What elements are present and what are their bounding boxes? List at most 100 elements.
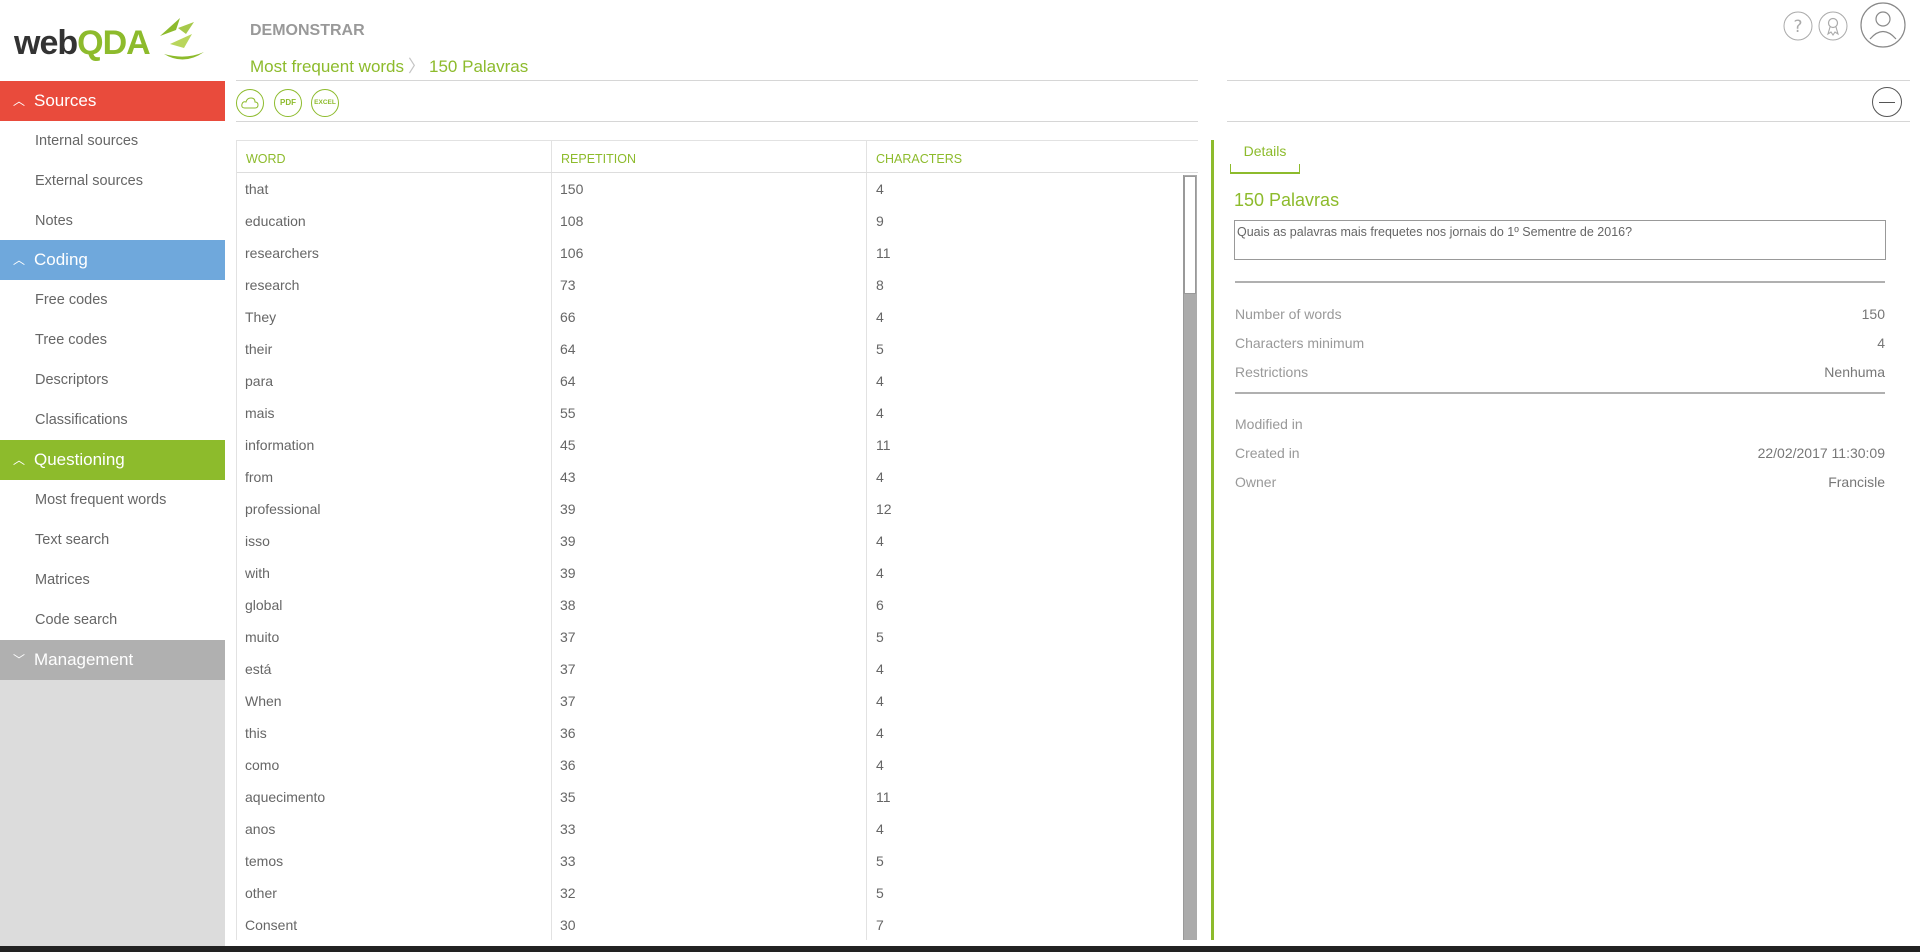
cloud-export-button[interactable] bbox=[236, 89, 264, 117]
table-row[interactable]: global 38 6 bbox=[237, 589, 1182, 621]
sidebar-item-external-sources[interactable]: External sources bbox=[0, 161, 225, 201]
table-row[interactable]: education 108 9 bbox=[237, 205, 1182, 237]
cell-repetition: 150 bbox=[560, 181, 584, 197]
cell-repetition: 106 bbox=[560, 245, 584, 261]
cell-characters: 12 bbox=[876, 501, 892, 517]
section-sources[interactable]: ︿ Sources bbox=[0, 81, 225, 121]
sidebar-item-tree-codes[interactable]: Tree codes bbox=[0, 320, 225, 360]
badge-icon[interactable] bbox=[1818, 11, 1848, 41]
detail-label: Owner bbox=[1235, 474, 1277, 490]
cell-characters: 4 bbox=[876, 565, 884, 581]
table-row[interactable]: researchers 106 11 bbox=[237, 237, 1182, 269]
table-row[interactable]: information 45 11 bbox=[237, 429, 1182, 461]
detail-value: Francisle bbox=[1828, 474, 1885, 490]
user-avatar-icon[interactable] bbox=[1860, 2, 1906, 48]
details-panel-accent bbox=[1211, 140, 1214, 940]
table-row[interactable]: other 32 5 bbox=[237, 877, 1182, 909]
sidebar-item-most-frequent-words[interactable]: Most frequent words bbox=[0, 480, 225, 520]
table-row[interactable]: They 66 4 bbox=[237, 301, 1182, 333]
cell-word: como bbox=[245, 757, 280, 773]
column-header-characters[interactable]: CHARACTERS bbox=[867, 141, 962, 173]
cell-word: professional bbox=[245, 501, 321, 517]
words-table: WORD REPETITION CHARACTERS that 150 4 educa… bbox=[236, 140, 1198, 940]
breadcrumb-section[interactable]: Most frequent words bbox=[250, 57, 404, 76]
chevron-up-icon: ︿ bbox=[13, 253, 26, 267]
table-row[interactable]: temos 33 5 bbox=[237, 845, 1182, 877]
column-header-word[interactable]: WORD bbox=[237, 141, 286, 173]
table-scrollbar-thumb[interactable] bbox=[1184, 176, 1196, 294]
header-divider bbox=[236, 80, 1198, 81]
cell-word: Consent bbox=[245, 917, 298, 933]
table-row[interactable]: their 64 5 bbox=[237, 333, 1182, 365]
cell-word: other bbox=[245, 885, 277, 901]
sidebar-item-free-codes[interactable]: Free codes bbox=[0, 280, 225, 320]
help-icon[interactable]: ? bbox=[1783, 11, 1813, 41]
tab-details[interactable]: Details bbox=[1230, 138, 1300, 174]
cell-characters: 11 bbox=[876, 437, 891, 453]
cell-word: research bbox=[245, 277, 300, 293]
cell-characters: 4 bbox=[876, 757, 884, 773]
table-row[interactable]: with 39 4 bbox=[237, 557, 1182, 589]
section-questioning[interactable]: ︿ Questioning bbox=[0, 440, 225, 480]
section-management[interactable]: ﹀ Management bbox=[0, 640, 225, 680]
cell-repetition: 55 bbox=[560, 405, 576, 421]
table-row[interactable]: como 36 4 bbox=[237, 749, 1182, 781]
collapse-panel-button[interactable] bbox=[1872, 87, 1902, 117]
chevron-down-icon: ﹀ bbox=[13, 653, 26, 667]
cell-repetition: 108 bbox=[560, 213, 584, 229]
table-row[interactable]: When 37 4 bbox=[237, 685, 1182, 717]
cell-repetition: 36 bbox=[560, 757, 576, 773]
table-row[interactable]: Consent 30 7 bbox=[237, 909, 1182, 940]
sidebar-item-code-search[interactable]: Code search bbox=[0, 600, 225, 640]
table-row[interactable]: professional 39 12 bbox=[237, 493, 1182, 525]
cell-characters: 4 bbox=[876, 725, 884, 741]
section-management-label: Management bbox=[34, 650, 134, 669]
cell-characters: 5 bbox=[876, 885, 884, 901]
cell-repetition: 32 bbox=[560, 885, 576, 901]
cell-word: muito bbox=[245, 629, 280, 645]
sidebar-item-notes[interactable]: Notes bbox=[0, 201, 225, 240]
sidebar-item-descriptors[interactable]: Descriptors bbox=[0, 360, 225, 400]
cell-characters: 5 bbox=[876, 853, 884, 869]
question-textarea[interactable]: Quais as palavras mais frequetes nos jor… bbox=[1234, 220, 1886, 260]
sidebar-item-matrices[interactable]: Matrices bbox=[0, 560, 225, 600]
table-row[interactable]: isso 39 4 bbox=[237, 525, 1182, 557]
sidebar-item-internal-sources[interactable]: Internal sources bbox=[0, 121, 225, 161]
table-row[interactable]: this 36 4 bbox=[237, 717, 1182, 749]
breadcrumb: Most frequent words 〉 150 Palavras bbox=[250, 52, 528, 77]
cell-repetition: 73 bbox=[560, 277, 576, 293]
table-row[interactable]: está 37 4 bbox=[237, 653, 1182, 685]
cell-repetition: 37 bbox=[560, 661, 576, 677]
cell-word: isso bbox=[245, 533, 270, 549]
table-row[interactable]: that 150 4 bbox=[237, 173, 1182, 205]
table-row[interactable]: mais 55 4 bbox=[237, 397, 1182, 429]
cell-word: anos bbox=[245, 821, 276, 837]
pdf-export-button[interactable]: PDF bbox=[274, 89, 302, 117]
detail-label: Number of words bbox=[1235, 306, 1342, 322]
table-row[interactable]: aquecimento 35 11 bbox=[237, 781, 1182, 813]
details-divider bbox=[1235, 281, 1885, 283]
section-coding[interactable]: ︿ Coding bbox=[0, 240, 225, 280]
table-row[interactable]: from 43 4 bbox=[237, 461, 1182, 493]
excel-export-button[interactable]: EXCEL bbox=[311, 89, 339, 117]
cell-characters: 4 bbox=[876, 181, 884, 197]
column-header-repetition[interactable]: REPETITION bbox=[552, 141, 636, 173]
table-row[interactable]: muito 37 5 bbox=[237, 621, 1182, 653]
table-row[interactable]: para 64 4 bbox=[237, 365, 1182, 397]
cell-repetition: 37 bbox=[560, 693, 576, 709]
cell-characters: 4 bbox=[876, 821, 884, 837]
sidebar-item-classifications[interactable]: Classifications bbox=[0, 400, 225, 440]
sidebar-item-text-search[interactable]: Text search bbox=[0, 520, 225, 560]
detail-value: 150 bbox=[1861, 306, 1885, 322]
cell-word: this bbox=[245, 725, 267, 741]
webqda-logo[interactable]: webQDA bbox=[0, 0, 225, 81]
table-row[interactable]: anos 33 4 bbox=[237, 813, 1182, 845]
table-row[interactable]: research 73 8 bbox=[237, 269, 1182, 301]
svg-text:?: ? bbox=[1793, 17, 1802, 37]
section-sources-label: Sources bbox=[34, 91, 97, 110]
cell-word: education bbox=[245, 213, 306, 229]
cell-characters: 9 bbox=[876, 213, 884, 229]
cell-characters: 4 bbox=[876, 533, 884, 549]
cell-word: with bbox=[245, 565, 270, 581]
breadcrumb-separator: 〉 bbox=[408, 57, 426, 76]
